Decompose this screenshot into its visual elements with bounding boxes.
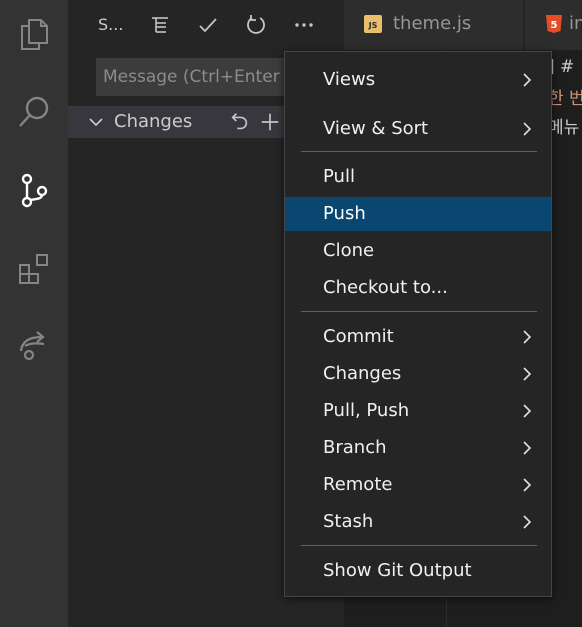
chevron-right-icon: [523, 441, 532, 455]
discard-changes-icon[interactable]: [228, 110, 252, 134]
menu-item-label: Show Git Output: [323, 560, 472, 581]
tab-label: theme.js: [393, 13, 472, 34]
menu-item-label: Branch: [323, 437, 387, 458]
svg-text:5: 5: [551, 20, 558, 31]
sidebar-title: S...: [98, 15, 124, 34]
view-as-tree-icon[interactable]: [147, 12, 173, 38]
menu-item-label: Stash: [323, 511, 374, 532]
menu-item-label: Changes: [323, 363, 402, 384]
menu-item-show-git-output[interactable]: Show Git Output: [285, 554, 551, 588]
menu-item-label: Pull: [323, 166, 355, 187]
menu-item-remote[interactable]: Remote: [285, 468, 551, 502]
refresh-icon[interactable]: [243, 12, 269, 38]
chevron-right-icon: [523, 515, 532, 529]
menu-item-push[interactable]: Push: [285, 197, 551, 231]
chevron-right-icon: [523, 122, 532, 136]
chevron-right-icon: [523, 73, 532, 87]
tab-theme-js[interactable]: JS theme.js: [344, 0, 524, 50]
menu-item-label: Checkout to...: [323, 277, 448, 298]
svg-text:JS: JS: [368, 21, 378, 30]
menu-separator: [301, 151, 537, 152]
sidebar-header: S...: [68, 0, 344, 50]
menu-separator: [301, 545, 537, 546]
menu-item-views[interactable]: Views: [285, 63, 551, 97]
menu-item-pull-push[interactable]: Pull, Push: [285, 394, 551, 428]
menu-item-label: Remote: [323, 474, 393, 495]
more-actions-menu: Views View & Sort Pull Push Clone Checko…: [284, 51, 552, 597]
menu-item-label: Pull, Push: [323, 400, 410, 421]
menu-item-view-sort[interactable]: View & Sort: [285, 112, 551, 146]
chevron-right-icon: [523, 367, 532, 381]
menu-item-label: View & Sort: [323, 118, 429, 139]
stage-all-changes-icon[interactable]: [258, 110, 282, 134]
javascript-file-icon: JS: [364, 15, 382, 33]
activity-bar: [0, 0, 68, 627]
html5-file-icon: 5: [545, 15, 563, 33]
menu-item-stash[interactable]: Stash: [285, 505, 551, 539]
chevron-right-icon: [523, 404, 532, 418]
menu-item-branch[interactable]: Branch: [285, 431, 551, 465]
extensions-icon[interactable]: [0, 237, 68, 301]
source-control-icon[interactable]: [0, 158, 68, 222]
more-actions-icon[interactable]: [291, 12, 317, 38]
chevron-right-icon: [523, 478, 532, 492]
editor-tabs: JS theme.js 5 in: [344, 0, 582, 50]
menu-separator: [301, 311, 537, 312]
code-line: 메뉴: [548, 118, 580, 138]
menu-item-pull[interactable]: Pull: [285, 160, 551, 194]
changes-label: Changes: [114, 111, 193, 132]
menu-item-checkout-to[interactable]: Checkout to...: [285, 271, 551, 305]
menu-item-label: Commit: [323, 326, 394, 347]
explorer-icon[interactable]: [0, 2, 68, 66]
menu-item-label: Views: [323, 69, 376, 90]
chevron-down-icon: [89, 118, 103, 127]
menu-item-changes[interactable]: Changes: [285, 357, 551, 391]
code-line: 한 번: [548, 89, 582, 109]
commit-check-icon[interactable]: [195, 12, 221, 38]
tab-label: in: [569, 13, 582, 34]
menu-item-commit[interactable]: Commit: [285, 320, 551, 354]
chevron-right-icon: [523, 330, 532, 344]
search-icon[interactable]: [0, 80, 68, 144]
menu-item-label: Clone: [323, 240, 375, 261]
remote-share-icon[interactable]: [0, 313, 68, 377]
tab-html-file[interactable]: 5 in: [525, 0, 582, 50]
menu-item-clone[interactable]: Clone: [285, 234, 551, 268]
menu-item-label: Push: [323, 203, 366, 224]
